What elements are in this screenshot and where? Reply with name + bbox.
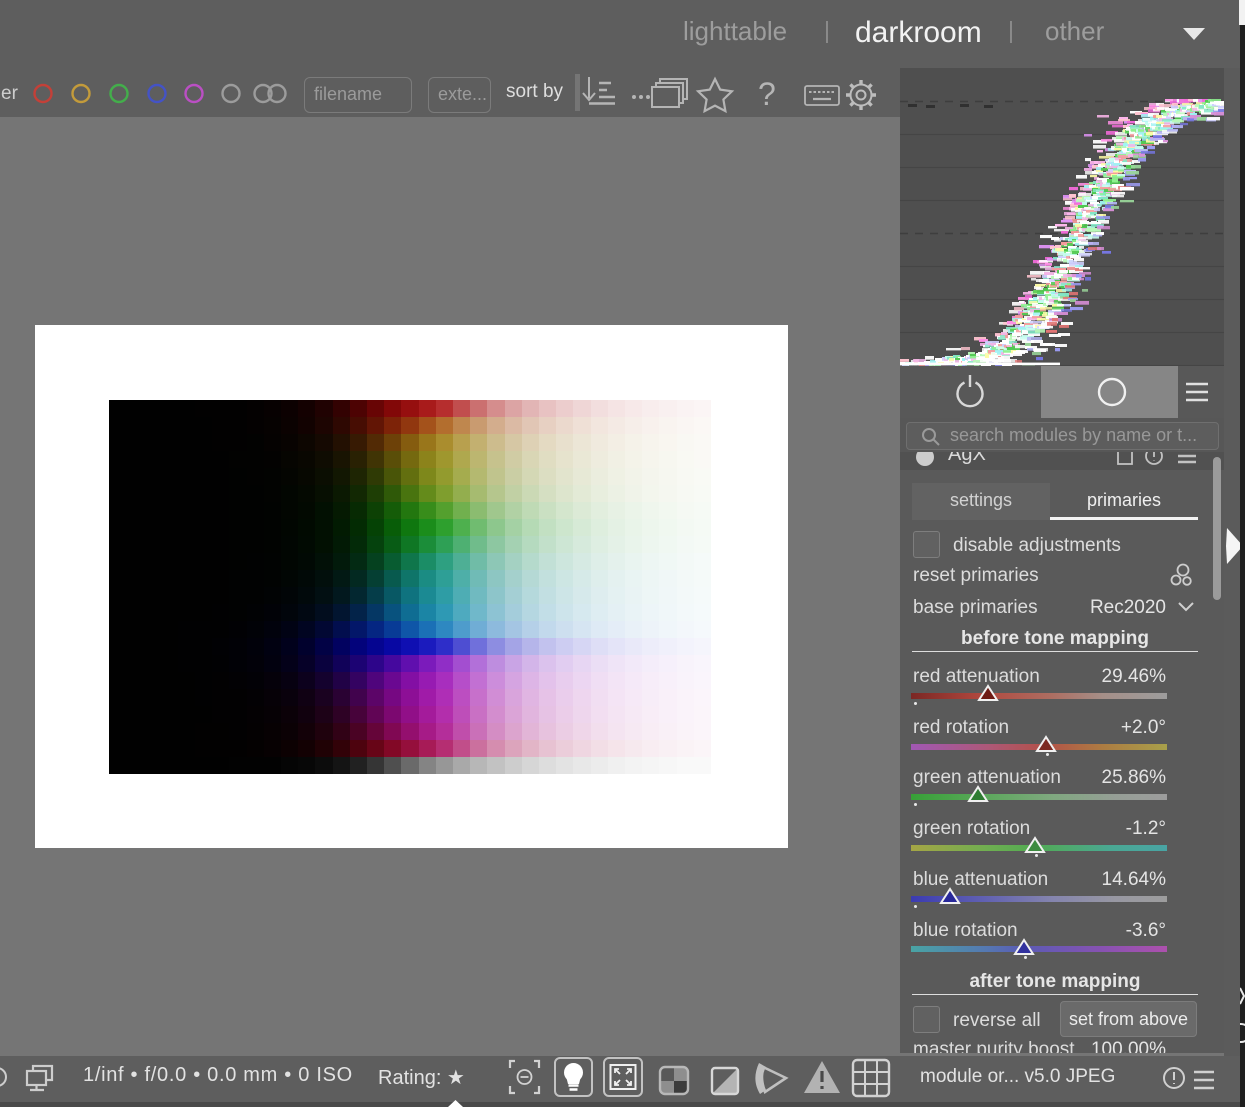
svg-text:?: ? (758, 76, 776, 112)
